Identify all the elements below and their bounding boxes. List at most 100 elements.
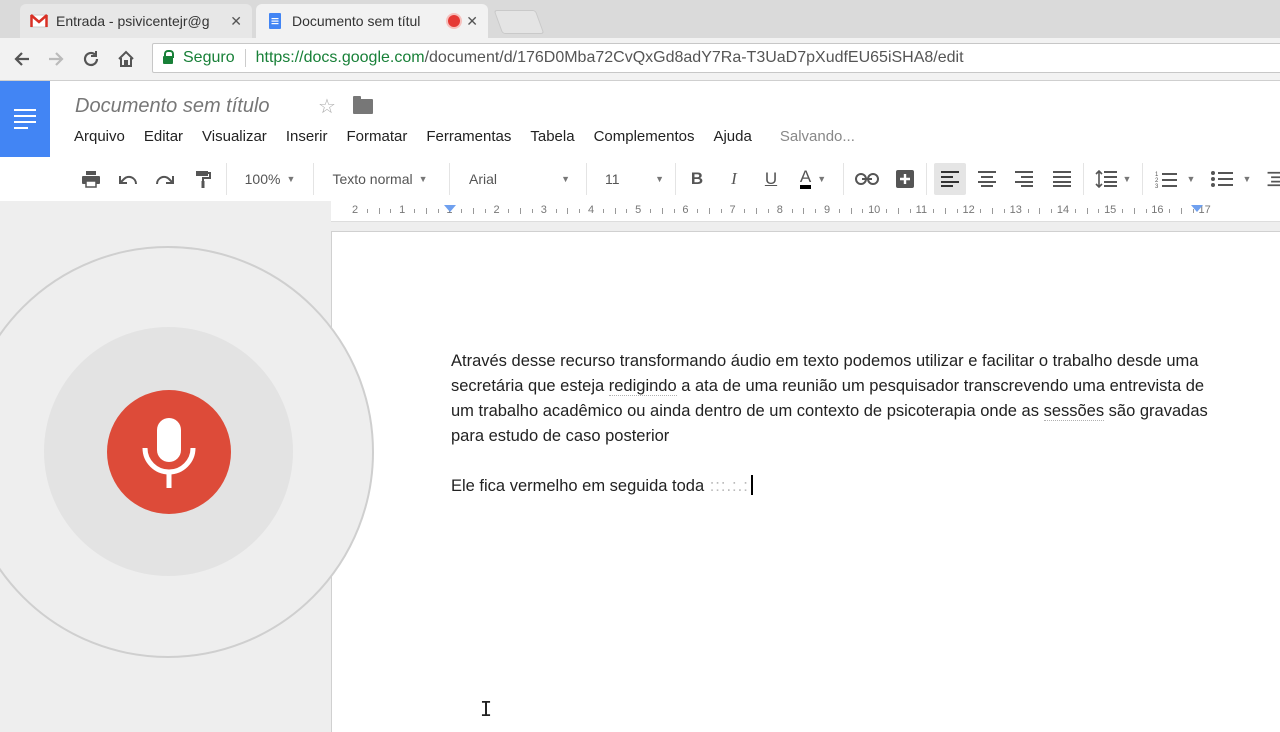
ruler-tick [650, 209, 651, 213]
url-text: https://docs.google.com/document/d/176D0… [256, 49, 964, 67]
voice-typing-button[interactable] [107, 390, 231, 514]
back-icon[interactable] [10, 47, 34, 71]
menu-formatar[interactable]: Formatar [347, 128, 408, 145]
menu-visualizar[interactable]: Visualizar [202, 128, 267, 145]
lock-icon [163, 50, 174, 64]
ruler-tick [980, 209, 982, 213]
misspelled-word[interactable]: redigindo [608, 377, 677, 396]
align-right-icon[interactable] [1013, 167, 1035, 191]
forward-icon[interactable] [44, 47, 68, 71]
menu-inserir[interactable]: Inserir [286, 128, 328, 145]
tab-docs[interactable]: Documento sem títul ✕ [256, 4, 488, 38]
paragraph-1: Através desse recurso transformando áudi… [451, 349, 1211, 449]
divider [586, 163, 587, 195]
bulleted-list-icon[interactable]: ▼ [1209, 167, 1253, 191]
gmail-icon [30, 14, 48, 28]
zoom-select[interactable]: 100% ▼ [236, 167, 304, 191]
save-status: Salvando... [779, 128, 855, 145]
ruler-number: 4 [587, 204, 595, 216]
paragraph-2: Ele fica vermelho em seguida toda :::.:.… [451, 474, 1211, 499]
print-icon[interactable] [79, 167, 103, 191]
align-left-icon[interactable] [934, 163, 966, 195]
redo-icon[interactable] [153, 167, 177, 191]
security-label: Seguro [183, 49, 235, 66]
ruler-tick [614, 208, 616, 214]
star-icon[interactable]: ☆ [318, 94, 336, 119]
ruler-tick [992, 208, 994, 214]
underline-button[interactable]: U [760, 167, 782, 191]
numbered-list-icon[interactable]: 1 2 3 ▼ [1153, 167, 1197, 191]
menu-ajuda[interactable]: Ajuda [713, 128, 751, 145]
document-title[interactable]: Documento sem título [75, 95, 270, 118]
ruler-number: 9 [823, 204, 831, 216]
font-select[interactable]: Arial ▼ [460, 167, 576, 191]
menu-tabela[interactable]: Tabela [530, 128, 574, 145]
address-bar[interactable]: Seguro https://docs.google.com/document/… [152, 43, 1280, 73]
menu-complementos[interactable]: Complementos [594, 128, 695, 145]
close-icon[interactable]: ✕ [466, 13, 478, 30]
ruler-tick [378, 208, 380, 214]
ruler-tick [366, 209, 368, 213]
chevron-down-icon: ▼ [817, 174, 827, 184]
chevron-down-icon: ▼ [1242, 174, 1252, 184]
divider [244, 49, 246, 67]
ruler-tick [1145, 209, 1147, 213]
font-size-value: 11 [605, 171, 620, 187]
ruler-number: 2 [493, 204, 500, 216]
new-tab-button[interactable] [493, 10, 545, 34]
reload-icon[interactable] [79, 47, 103, 71]
bold-button[interactable]: B [686, 167, 708, 191]
ruler-tick [945, 208, 946, 214]
ruler-number: 1 [399, 204, 406, 216]
ruler-number: 15 [1104, 204, 1117, 216]
ruler-tick [744, 209, 746, 213]
undo-icon[interactable] [116, 167, 140, 191]
ruler-track[interactable]: 2 1 1 2 3 4 5 6 7 8 9 10 11 12 13 14 15 16 17 [331, 201, 1280, 222]
style-select[interactable]: Texto normal ▼ [322, 167, 438, 191]
ruler-tick [1181, 208, 1182, 214]
divider [675, 163, 676, 195]
menu-arquivo[interactable]: Arquivo [74, 128, 125, 145]
menu-ferramentas[interactable]: Ferramentas [426, 128, 511, 145]
link-icon[interactable] [854, 167, 880, 191]
line-spacing-icon[interactable]: ▼ [1093, 167, 1133, 191]
divider [1083, 163, 1084, 195]
close-icon[interactable]: ✕ [230, 13, 242, 30]
docs-icon [269, 13, 281, 29]
font-value: Arial [469, 171, 498, 187]
docs-home-icon[interactable] [0, 81, 50, 157]
indent-icon[interactable] [1264, 167, 1280, 191]
ruler-tick [886, 209, 887, 213]
right-indent-marker[interactable] [1191, 205, 1203, 212]
italic-button[interactable]: I [723, 167, 745, 191]
left-indent-marker[interactable] [444, 205, 456, 212]
document-page[interactable]: Através desse recurso transformando áudi… [331, 231, 1280, 732]
text-color-button[interactable]: A ▼ [793, 167, 833, 191]
tab-gmail[interactable]: Entrada - psivicentejr@g ✕ [20, 4, 252, 38]
mouse-cursor: I [480, 697, 493, 721]
chevron-down-icon: ▼ [1186, 174, 1196, 184]
ruler-tick [1086, 208, 1088, 214]
ruler: 2 1 1 2 3 4 5 6 7 8 9 10 11 12 13 14 15 16 17 [0, 201, 1280, 222]
font-size-select[interactable]: 11 ▼ [596, 167, 668, 191]
align-center-icon[interactable] [976, 167, 998, 191]
browser-toolbar: Seguro https://docs.google.com/document/… [0, 38, 1280, 81]
home-icon[interactable] [114, 47, 138, 71]
ruler-tick [520, 208, 522, 214]
paint-format-icon[interactable] [191, 167, 215, 191]
divider [843, 163, 844, 195]
ruler-tick [709, 208, 710, 214]
document-body[interactable]: Através desse recurso transformando áudi… [451, 349, 1211, 499]
ruler-tick [862, 209, 864, 213]
insert-comment-icon[interactable] [893, 167, 917, 191]
zoom-value: 100% [244, 171, 281, 187]
ruler-number: 13 [1009, 204, 1022, 216]
url-path: /document/d/176D0Mba72CvQxGd8adY7Ra-T3Ua… [424, 49, 964, 66]
menu-editar[interactable]: Editar [144, 128, 183, 145]
folder-icon[interactable] [353, 96, 373, 114]
align-justify-icon[interactable] [1051, 167, 1073, 191]
ruler-number: 3 [540, 204, 547, 216]
ruler-tick [803, 208, 805, 214]
formatting-toolbar: 100% ▼ Texto normal ▼ Arial ▼ 11 ▼ B I U A ▼ … [0, 157, 1280, 202]
misspelled-word[interactable]: sessões [1043, 402, 1105, 421]
